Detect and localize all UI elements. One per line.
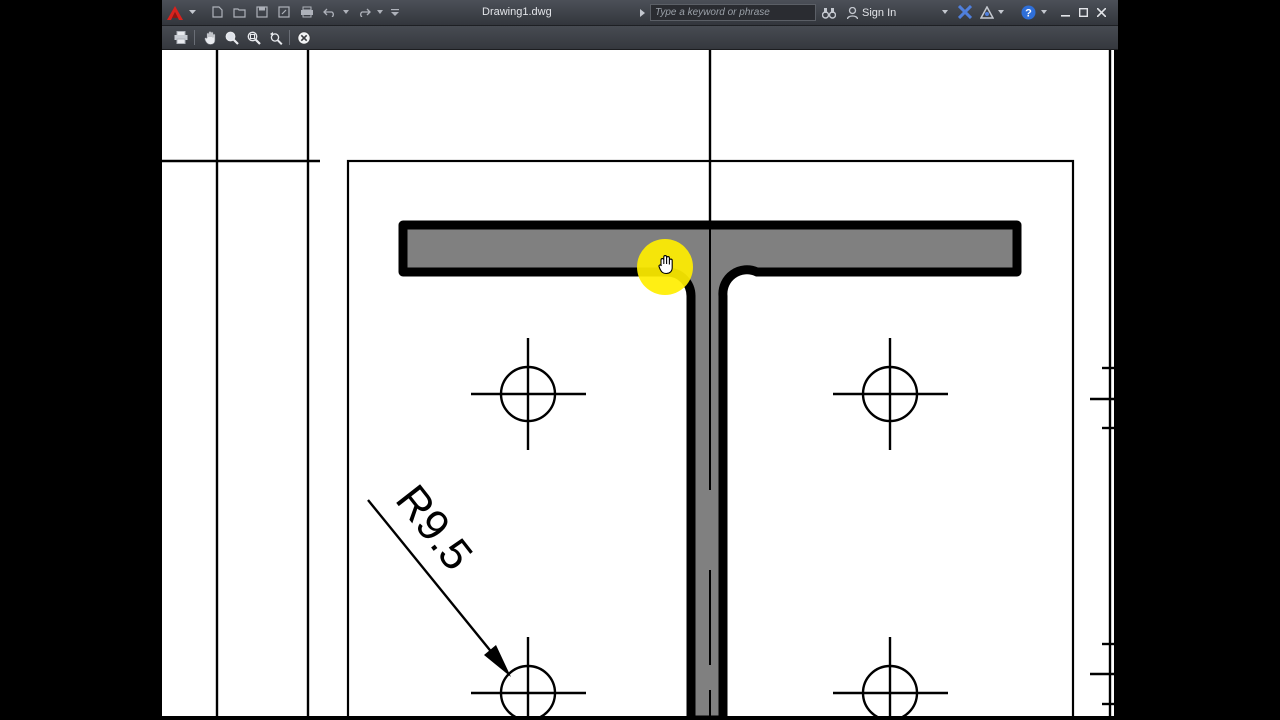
binoculars-search-icon[interactable]: [821, 5, 837, 20]
redo-dropdown-chevron-down-icon[interactable]: [376, 9, 384, 15]
user-icon[interactable]: [845, 5, 859, 20]
autodesk-360-icon[interactable]: [979, 4, 995, 20]
open-icon[interactable]: [232, 5, 246, 19]
sign-in-button[interactable]: Sign In: [862, 7, 896, 19]
close-button[interactable]: [1094, 5, 1108, 19]
redo-icon[interactable]: [357, 5, 371, 19]
search-expand-arrow-icon[interactable]: [638, 8, 646, 18]
toolbar-divider: [289, 30, 290, 45]
new-icon[interactable]: [210, 5, 224, 19]
minimize-icon: [1060, 14, 1070, 17]
viewer-toolbar: [162, 26, 1118, 50]
title-bar: Drawing1.dwg Sign In ?: [162, 0, 1118, 26]
zoom-realtime-icon[interactable]: [223, 29, 241, 46]
bolt-hole-bottom-right[interactable]: [833, 637, 948, 716]
bolt-hole-top-right[interactable]: [833, 338, 948, 450]
zoom-window-icon[interactable]: [245, 29, 263, 46]
maximize-button[interactable]: [1076, 5, 1090, 19]
pan-hand-icon[interactable]: [201, 29, 219, 46]
print-icon[interactable]: [172, 29, 190, 46]
exchange-apps-icon[interactable]: [957, 4, 973, 20]
drawing-canvas[interactable]: R9.5: [162, 50, 1114, 716]
a360-chevron-down-icon[interactable]: [997, 9, 1005, 15]
autocad-logo-icon: [167, 5, 183, 20]
app-menu-chevron-down-icon[interactable]: [188, 8, 196, 16]
drawing-svg: R9.5: [162, 50, 1114, 716]
undo-dropdown-chevron-down-icon[interactable]: [342, 9, 350, 15]
sign-in-chevron-down-icon[interactable]: [941, 9, 949, 15]
close-viewer-icon[interactable]: [295, 29, 313, 46]
zoom-previous-icon[interactable]: [267, 29, 285, 46]
toolbar-divider: [194, 30, 195, 45]
help-icon[interactable]: ?: [1020, 4, 1036, 20]
undo-icon[interactable]: [322, 5, 336, 19]
dimension-text[interactable]: R9.5: [386, 476, 482, 579]
svg-text:?: ?: [1025, 7, 1032, 19]
save-icon[interactable]: [255, 5, 269, 19]
search-input[interactable]: [650, 4, 816, 21]
minimize-button[interactable]: [1058, 5, 1072, 19]
window-title: Drawing1.dwg: [482, 6, 552, 18]
plot-icon[interactable]: [299, 5, 315, 19]
help-chevron-down-icon[interactable]: [1040, 9, 1048, 15]
save-as-icon[interactable]: [277, 5, 291, 19]
customize-dropdown-icon[interactable]: [390, 6, 400, 18]
bolt-hole-top-left[interactable]: [471, 338, 586, 450]
app-menu-button[interactable]: [164, 2, 186, 23]
close-icon: [1096, 7, 1106, 17]
autocad-viewer-window: Drawing1.dwg Sign In ?: [162, 0, 1118, 720]
border-lines: [162, 50, 1114, 716]
maximize-icon: [1078, 7, 1088, 17]
dimension-arrowhead: [484, 645, 511, 677]
